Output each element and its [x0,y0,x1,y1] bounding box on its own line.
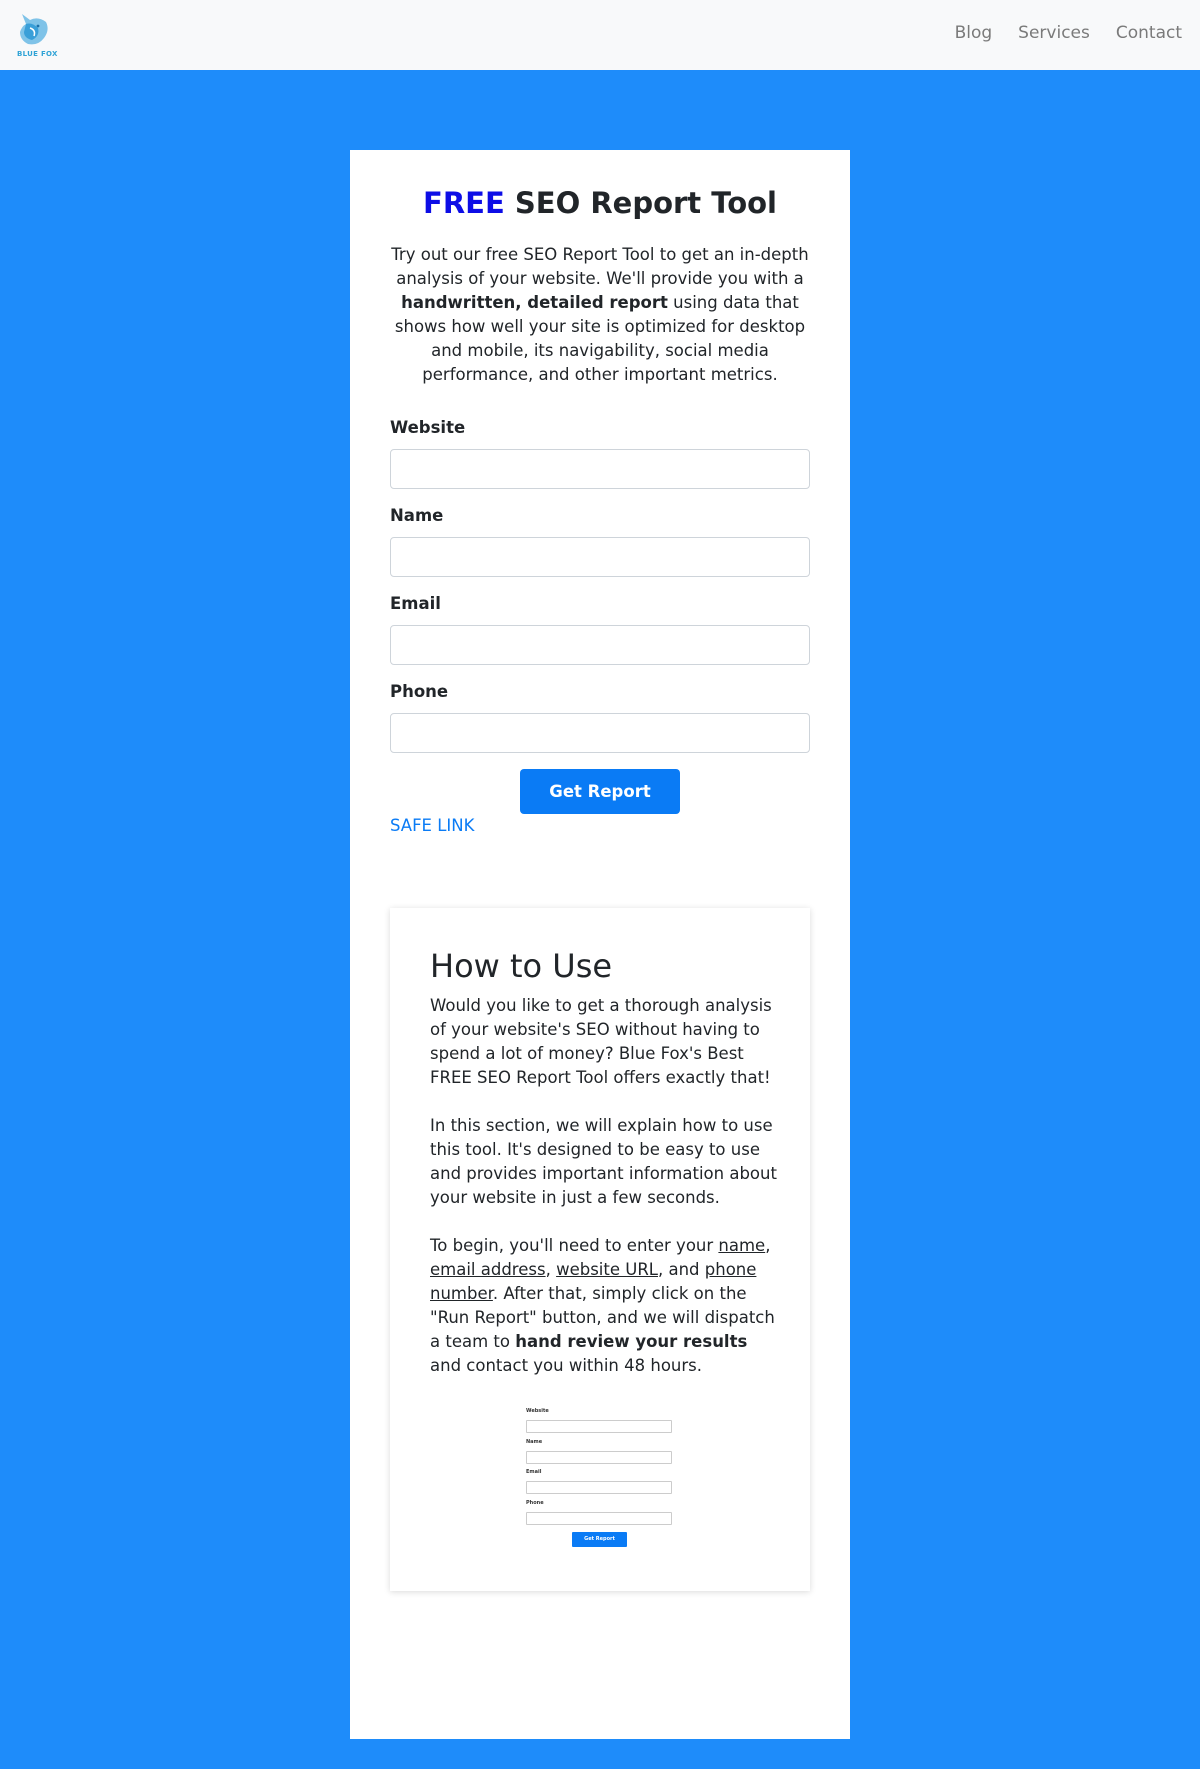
website-input[interactable] [390,449,810,489]
p3-text-a: To begin, you'll need to enter your [430,1236,719,1255]
p3-email-underline: email address [430,1260,546,1279]
nav-contact-link[interactable]: Contact [1116,23,1182,43]
page-title: FREE SEO Report Tool [0,186,1200,220]
preview-get-report-button: Get Report [572,1532,627,1547]
name-input[interactable] [390,537,810,577]
email-input[interactable] [390,625,810,665]
how-to-use-title: How to Use [430,947,613,985]
how-to-use-paragraph-1: Would you like to get a thorough analysi… [430,996,772,1087]
p3-text-f: and contact you within 48 hours. [430,1356,703,1375]
preview-phone-input [526,1512,672,1525]
preview-website-label: Website [526,1408,549,1414]
get-report-button[interactable]: Get Report [520,769,680,814]
preview-name-input [526,1451,672,1464]
p3-text-d: , and [657,1260,705,1279]
logo-text: BLUE FOX [17,50,58,58]
preview-name-label: Name [526,1439,543,1445]
intro-text: Try out our free SEO Report Tool to get … [390,243,810,387]
preview-phone-label: Phone [526,1500,544,1506]
p3-bold: hand review your results [515,1332,748,1351]
form-preview-image: Website Name Email Phone Get Report [526,1408,674,1550]
how-to-use-paragraph-3: To begin, you'll need to enter your name… [430,1234,780,1378]
preview-website-input [526,1420,672,1433]
p3-text-c: , [545,1260,557,1279]
email-label: Email [390,594,441,613]
phone-label: Phone [390,682,449,701]
intro-before: Try out our free SEO Report Tool to get … [391,245,809,288]
phone-input[interactable] [390,713,810,753]
preview-email-input [526,1481,672,1494]
preview-email-label: Email [526,1469,542,1475]
intro-bold: handwritten, detailed report [401,293,668,312]
nav-services-link[interactable]: Services [1018,23,1090,43]
website-label: Website [390,418,466,437]
title-free-highlight: FREE [423,186,505,220]
nav-links: Blog Services Contact [955,23,1182,43]
name-label: Name [390,506,444,525]
navbar: BLUE FOX Blog Services Contact [0,0,1200,70]
how-to-use-paragraph-2: In this section, we will explain how to … [430,1116,777,1207]
title-rest: SEO Report Tool [504,186,777,220]
safe-link[interactable]: SAFE LINK [390,816,474,835]
p3-url-underline: website URL [556,1260,658,1279]
p3-text-b: , [765,1236,771,1255]
fox-logo-icon [20,14,48,45]
nav-blog-link[interactable]: Blog [955,23,993,43]
p3-name-underline: name [718,1236,766,1255]
